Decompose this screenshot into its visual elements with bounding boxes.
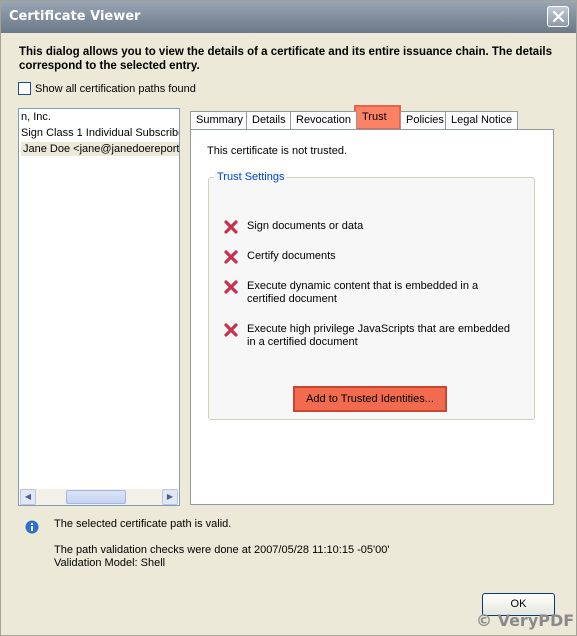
tab-policies[interactable]: Policies — [400, 111, 450, 130]
close-icon — [552, 10, 565, 23]
trust-item: Execute high privilege JavaScripts that … — [223, 322, 518, 349]
path-valid-text: The selected certificate path is valid. — [54, 518, 232, 530]
trust-item-label: Certify documents — [247, 250, 336, 262]
tree-item[interactable]: Sign Class 1 Individual Subscribe — [21, 127, 179, 139]
tab-revocation[interactable]: Revocation — [290, 111, 358, 130]
show-all-paths-checkbox[interactable] — [18, 82, 31, 95]
tab-details[interactable]: Details — [246, 111, 292, 130]
tab-legal-notice[interactable]: Legal Notice — [445, 111, 519, 130]
trust-settings-title: Trust Settings — [214, 171, 288, 183]
scroll-thumb[interactable] — [66, 490, 126, 504]
validation-time-text: The path validation checks were done at … — [54, 544, 390, 556]
deny-x-icon — [224, 280, 238, 294]
tab-trust[interactable]: Trust — [356, 108, 393, 130]
watermark: © VeryPDF — [476, 611, 575, 630]
trust-item: Certify documents — [223, 249, 336, 265]
tree-item[interactable]: n, Inc. — [21, 111, 51, 123]
title-bar[interactable]: Certificate Viewer — [1, 1, 576, 33]
intro-text: This dialog allows you to view the detai… — [19, 46, 552, 72]
trust-item: Sign documents or data — [223, 219, 363, 235]
certificate-viewer-window: Certificate Viewer This dialog allows yo… — [0, 0, 577, 636]
certificate-path-tree[interactable]: n, Inc. Sign Class 1 Individual Subscrib… — [18, 108, 180, 506]
tab-summary[interactable]: Summary — [190, 111, 250, 130]
show-all-paths-option[interactable]: Show all certification paths found — [18, 82, 196, 95]
close-button[interactable] — [547, 6, 569, 27]
deny-x-icon — [224, 250, 238, 264]
trust-item-label: Execute high privilege JavaScripts that … — [247, 323, 510, 348]
trust-item-label: Sign documents or data — [247, 220, 364, 232]
validation-model-text: Validation Model: Shell — [54, 557, 166, 569]
info-icon — [25, 520, 39, 534]
window-title: Certificate Viewer — [9, 9, 141, 24]
trust-item: Execute dynamic content that is embedded… — [223, 279, 493, 306]
deny-x-icon — [224, 323, 238, 337]
scroll-left-button[interactable]: ◀ — [20, 489, 36, 505]
scroll-right-button[interactable]: ▶ — [162, 489, 178, 505]
show-all-paths-label: Show all certification paths found — [35, 82, 196, 95]
trust-item-label: Execute dynamic content that is embedded… — [247, 280, 479, 305]
add-to-trusted-identities-button[interactable]: Add to Trusted Identities... — [293, 386, 447, 412]
trust-status-text: This certificate is not trusted. — [207, 145, 347, 157]
deny-x-icon — [224, 220, 238, 234]
tree-item-selected[interactable]: Jane Doe <jane@janedoereport — [21, 142, 179, 156]
horizontal-scrollbar[interactable]: ◀ ▶ — [20, 489, 178, 505]
